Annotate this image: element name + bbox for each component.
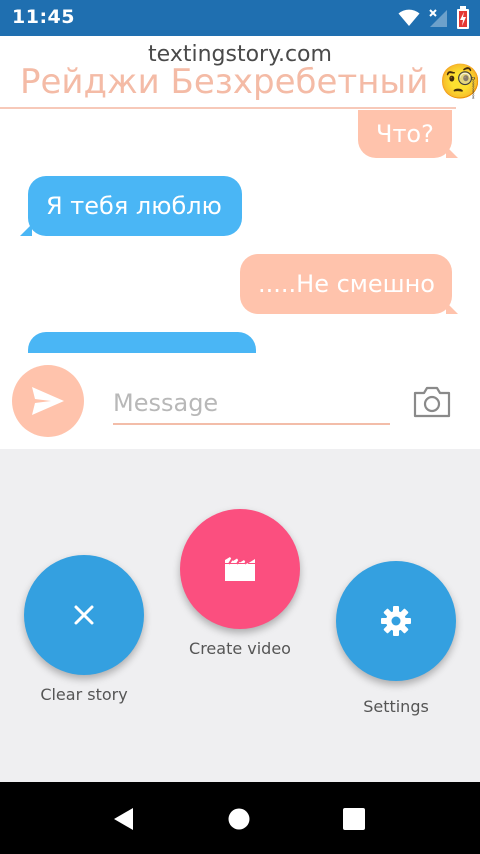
clapperboard-icon [225, 557, 255, 581]
battery-charging-icon [457, 6, 469, 29]
message-input[interactable] [113, 383, 390, 425]
settings-label: Settings [363, 697, 429, 716]
clear-story-label: Clear story [40, 685, 128, 704]
navigation-bar [0, 782, 480, 854]
recents-icon[interactable] [343, 808, 365, 830]
message-text: .....Не смешно [258, 270, 435, 298]
bubble-tail [446, 302, 458, 314]
back-icon[interactable] [112, 807, 136, 831]
input-bar [0, 353, 480, 449]
bubble-tail [20, 224, 32, 236]
action-panel: Clear story Create video Settings [0, 449, 480, 782]
status-icons [398, 6, 470, 30]
settings-button[interactable] [336, 561, 456, 681]
camera-icon [413, 386, 451, 418]
status-bar: 11:45 [0, 0, 480, 36]
gear-icon [381, 606, 411, 636]
header-divider [0, 107, 456, 109]
send-button[interactable] [12, 365, 84, 437]
create-video-label: Create video [189, 639, 291, 658]
message-bubble-outgoing[interactable]: .....Не смешно [240, 254, 452, 314]
message-bubble-incoming[interactable]: Я тебя люблю [28, 176, 242, 236]
chat-header: textingstory.com Рейджи Безхребетный 🧐 [0, 36, 480, 110]
send-icon [32, 387, 64, 415]
message-bubble-incoming[interactable] [28, 332, 256, 353]
message-text: Что? [376, 120, 434, 148]
create-video-button[interactable] [180, 509, 300, 629]
home-icon[interactable] [228, 808, 250, 830]
close-icon [74, 605, 94, 625]
camera-button[interactable] [412, 385, 452, 419]
chat-area[interactable]: Что? Я тебя люблю .....Не смешно [0, 110, 480, 353]
message-text: Я тебя люблю [46, 192, 222, 220]
signal-icon [429, 9, 447, 27]
contact-name[interactable]: Рейджи Безхребетный 🧐 [20, 62, 480, 102]
wifi-icon [398, 9, 420, 26]
status-time: 11:45 [12, 6, 75, 28]
bubble-tail [446, 146, 458, 158]
message-bubble-outgoing[interactable]: Что? [358, 110, 452, 158]
clear-story-button[interactable] [24, 555, 144, 675]
app-screen: 11:45 textingstory.com Рейджи Безхребетн… [0, 0, 480, 854]
